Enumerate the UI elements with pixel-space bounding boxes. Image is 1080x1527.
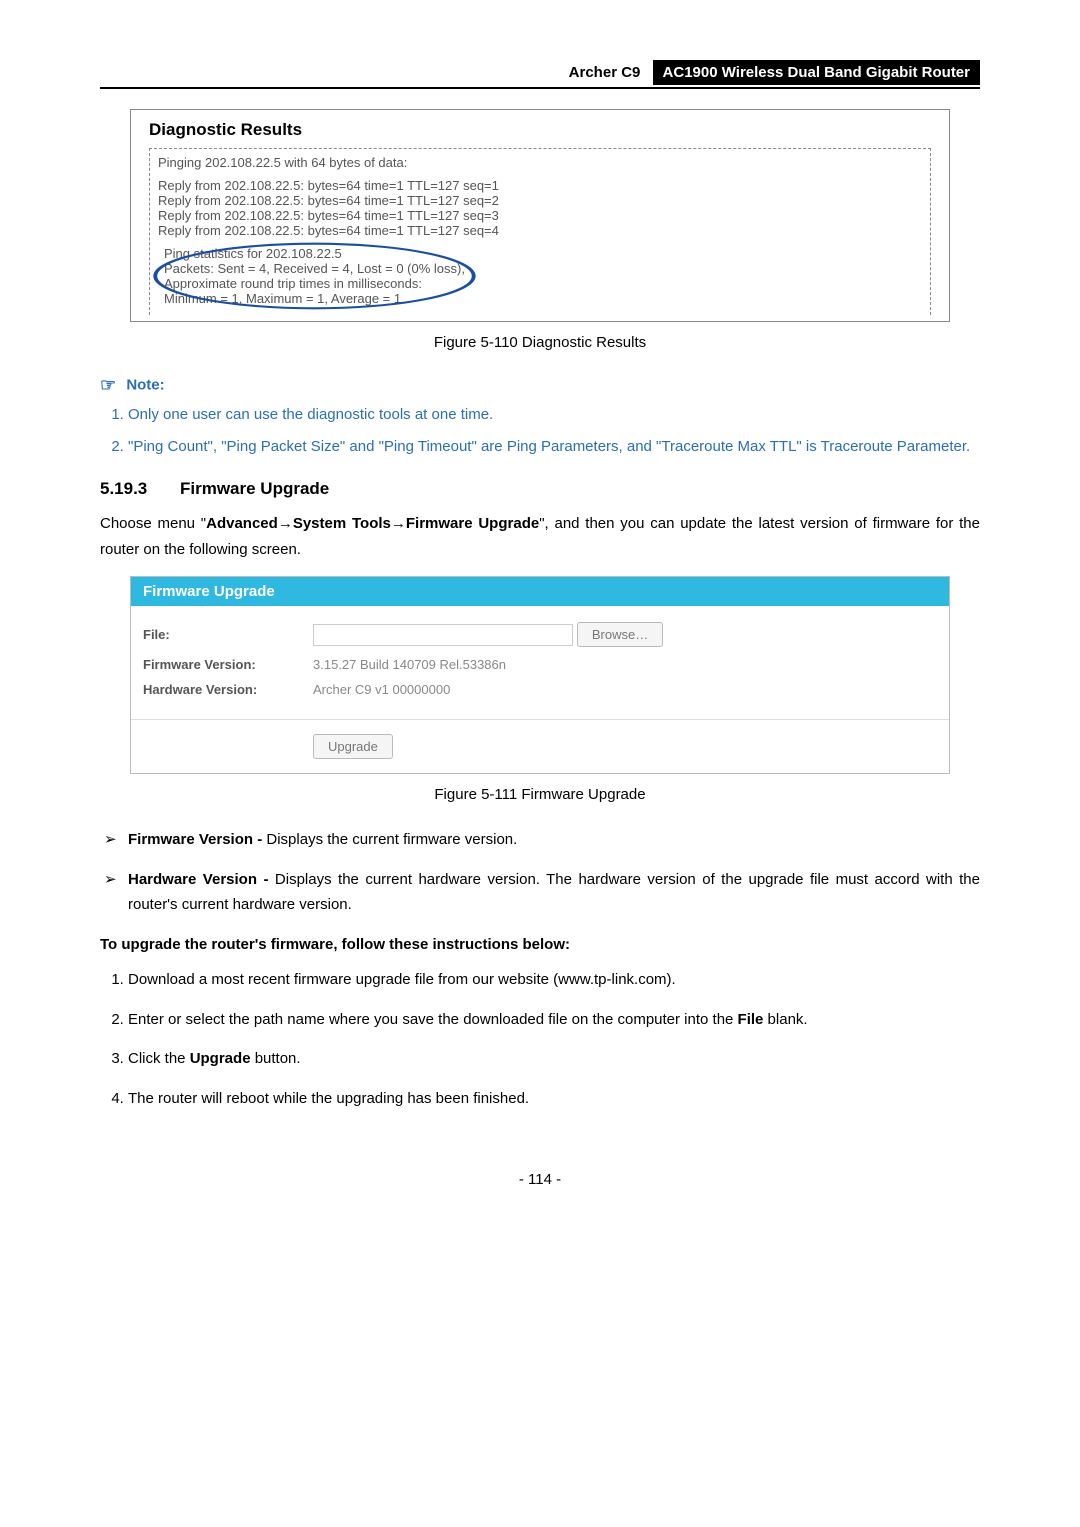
intro-text: Choose menu " xyxy=(100,515,206,532)
page-header: Archer C9 AC1900 Wireless Dual Band Giga… xyxy=(100,60,980,89)
steps-list: Download a most recent firmware upgrade … xyxy=(100,967,980,1111)
description-list: Firmware Version - Displays the current … xyxy=(100,827,980,918)
step-item: Download a most recent firmware upgrade … xyxy=(128,967,980,993)
step-text: blank. xyxy=(763,1011,807,1028)
menu-path-firmware-upgrade: Firmware Upgrade xyxy=(406,515,539,532)
figure-caption-5-111: Figure 5-111 Firmware Upgrade xyxy=(100,786,980,803)
note-label: Note: xyxy=(126,376,164,393)
header-model: Archer C9 xyxy=(569,64,649,81)
oval-icon xyxy=(152,242,477,310)
diagnostic-results-title: Diagnostic Results xyxy=(149,120,931,140)
firmware-version-bold: Firmware Version - xyxy=(128,831,266,848)
header-title: AC1900 Wireless Dual Band Gigabit Router xyxy=(653,60,980,85)
firmware-upgrade-panel: Firmware Upgrade File: Browse… Firmware … xyxy=(130,576,950,774)
diagnostic-results-box: Diagnostic Results Pinging 202.108.22.5 … xyxy=(130,109,950,322)
upgrade-button[interactable]: Upgrade xyxy=(313,734,393,759)
firmware-version-label: Firmware Version: xyxy=(143,657,313,672)
panel-title: Firmware Upgrade xyxy=(131,577,949,606)
step-text: button. xyxy=(251,1050,301,1067)
firmware-version-desc: Displays the current firmware version. xyxy=(266,831,517,848)
diagnostic-output: Pinging 202.108.22.5 with 64 bytes of da… xyxy=(149,148,931,315)
page-number: - 114 - xyxy=(100,1171,980,1188)
ping-reply: Reply from 202.108.22.5: bytes=64 time=1… xyxy=(158,208,922,223)
ping-header: Pinging 202.108.22.5 with 64 bytes of da… xyxy=(158,155,922,170)
section-number: 5.19.3 xyxy=(100,479,147,498)
section-heading: 5.19.3 Firmware Upgrade xyxy=(100,479,980,499)
instructions-title: To upgrade the router's firmware, follow… xyxy=(100,932,980,958)
section-title: Firmware Upgrade xyxy=(180,479,329,498)
ping-reply: Reply from 202.108.22.5: bytes=64 time=1… xyxy=(158,223,922,238)
step-item: The router will reboot while the upgradi… xyxy=(128,1086,980,1112)
step-item: Click the Upgrade button. xyxy=(128,1046,980,1072)
firmware-version-value: 3.15.27 Build 140709 Rel.53386n xyxy=(313,657,506,672)
ping-stats-highlight: Ping statistics for 202.108.22.5 Packets… xyxy=(158,246,471,306)
note-item: "Ping Count", "Ping Packet Size" and "Pi… xyxy=(128,434,980,460)
hardware-version-bold: Hardware Version - xyxy=(128,871,275,888)
browse-button[interactable]: Browse… xyxy=(577,622,663,647)
list-item: Hardware Version - Displays the current … xyxy=(128,867,980,918)
menu-path-system-tools: System Tools xyxy=(293,515,391,532)
note-list: Only one user can use the diagnostic too… xyxy=(100,402,980,459)
ping-reply: Reply from 202.108.22.5: bytes=64 time=1… xyxy=(158,193,922,208)
file-label: File: xyxy=(143,627,313,642)
instructions-title-text: To upgrade the router's firmware, follow… xyxy=(100,936,570,953)
file-input[interactable] xyxy=(313,624,573,646)
step-text: Enter or select the path name where you … xyxy=(128,1011,738,1028)
step-item: Enter or select the path name where you … xyxy=(128,1007,980,1033)
menu-path-advanced: Advanced xyxy=(206,515,278,532)
step-text: Click the xyxy=(128,1050,190,1067)
pointing-hand-icon: ☞ xyxy=(100,375,116,396)
step-bold-upgrade: Upgrade xyxy=(190,1050,251,1067)
section-intro: Choose menu "Advanced→System Tools→Firmw… xyxy=(100,511,980,562)
figure-caption-5-110: Figure 5-110 Diagnostic Results xyxy=(100,334,980,351)
note-item: Only one user can use the diagnostic too… xyxy=(128,402,980,428)
step-bold-file: File xyxy=(738,1011,764,1028)
list-item: Firmware Version - Displays the current … xyxy=(128,827,980,853)
hardware-version-label: Hardware Version: xyxy=(143,682,313,697)
hardware-version-value: Archer C9 v1 00000000 xyxy=(313,682,450,697)
note-heading: ☞ Note: xyxy=(100,375,980,396)
ping-reply: Reply from 202.108.22.5: bytes=64 time=1… xyxy=(158,178,922,193)
